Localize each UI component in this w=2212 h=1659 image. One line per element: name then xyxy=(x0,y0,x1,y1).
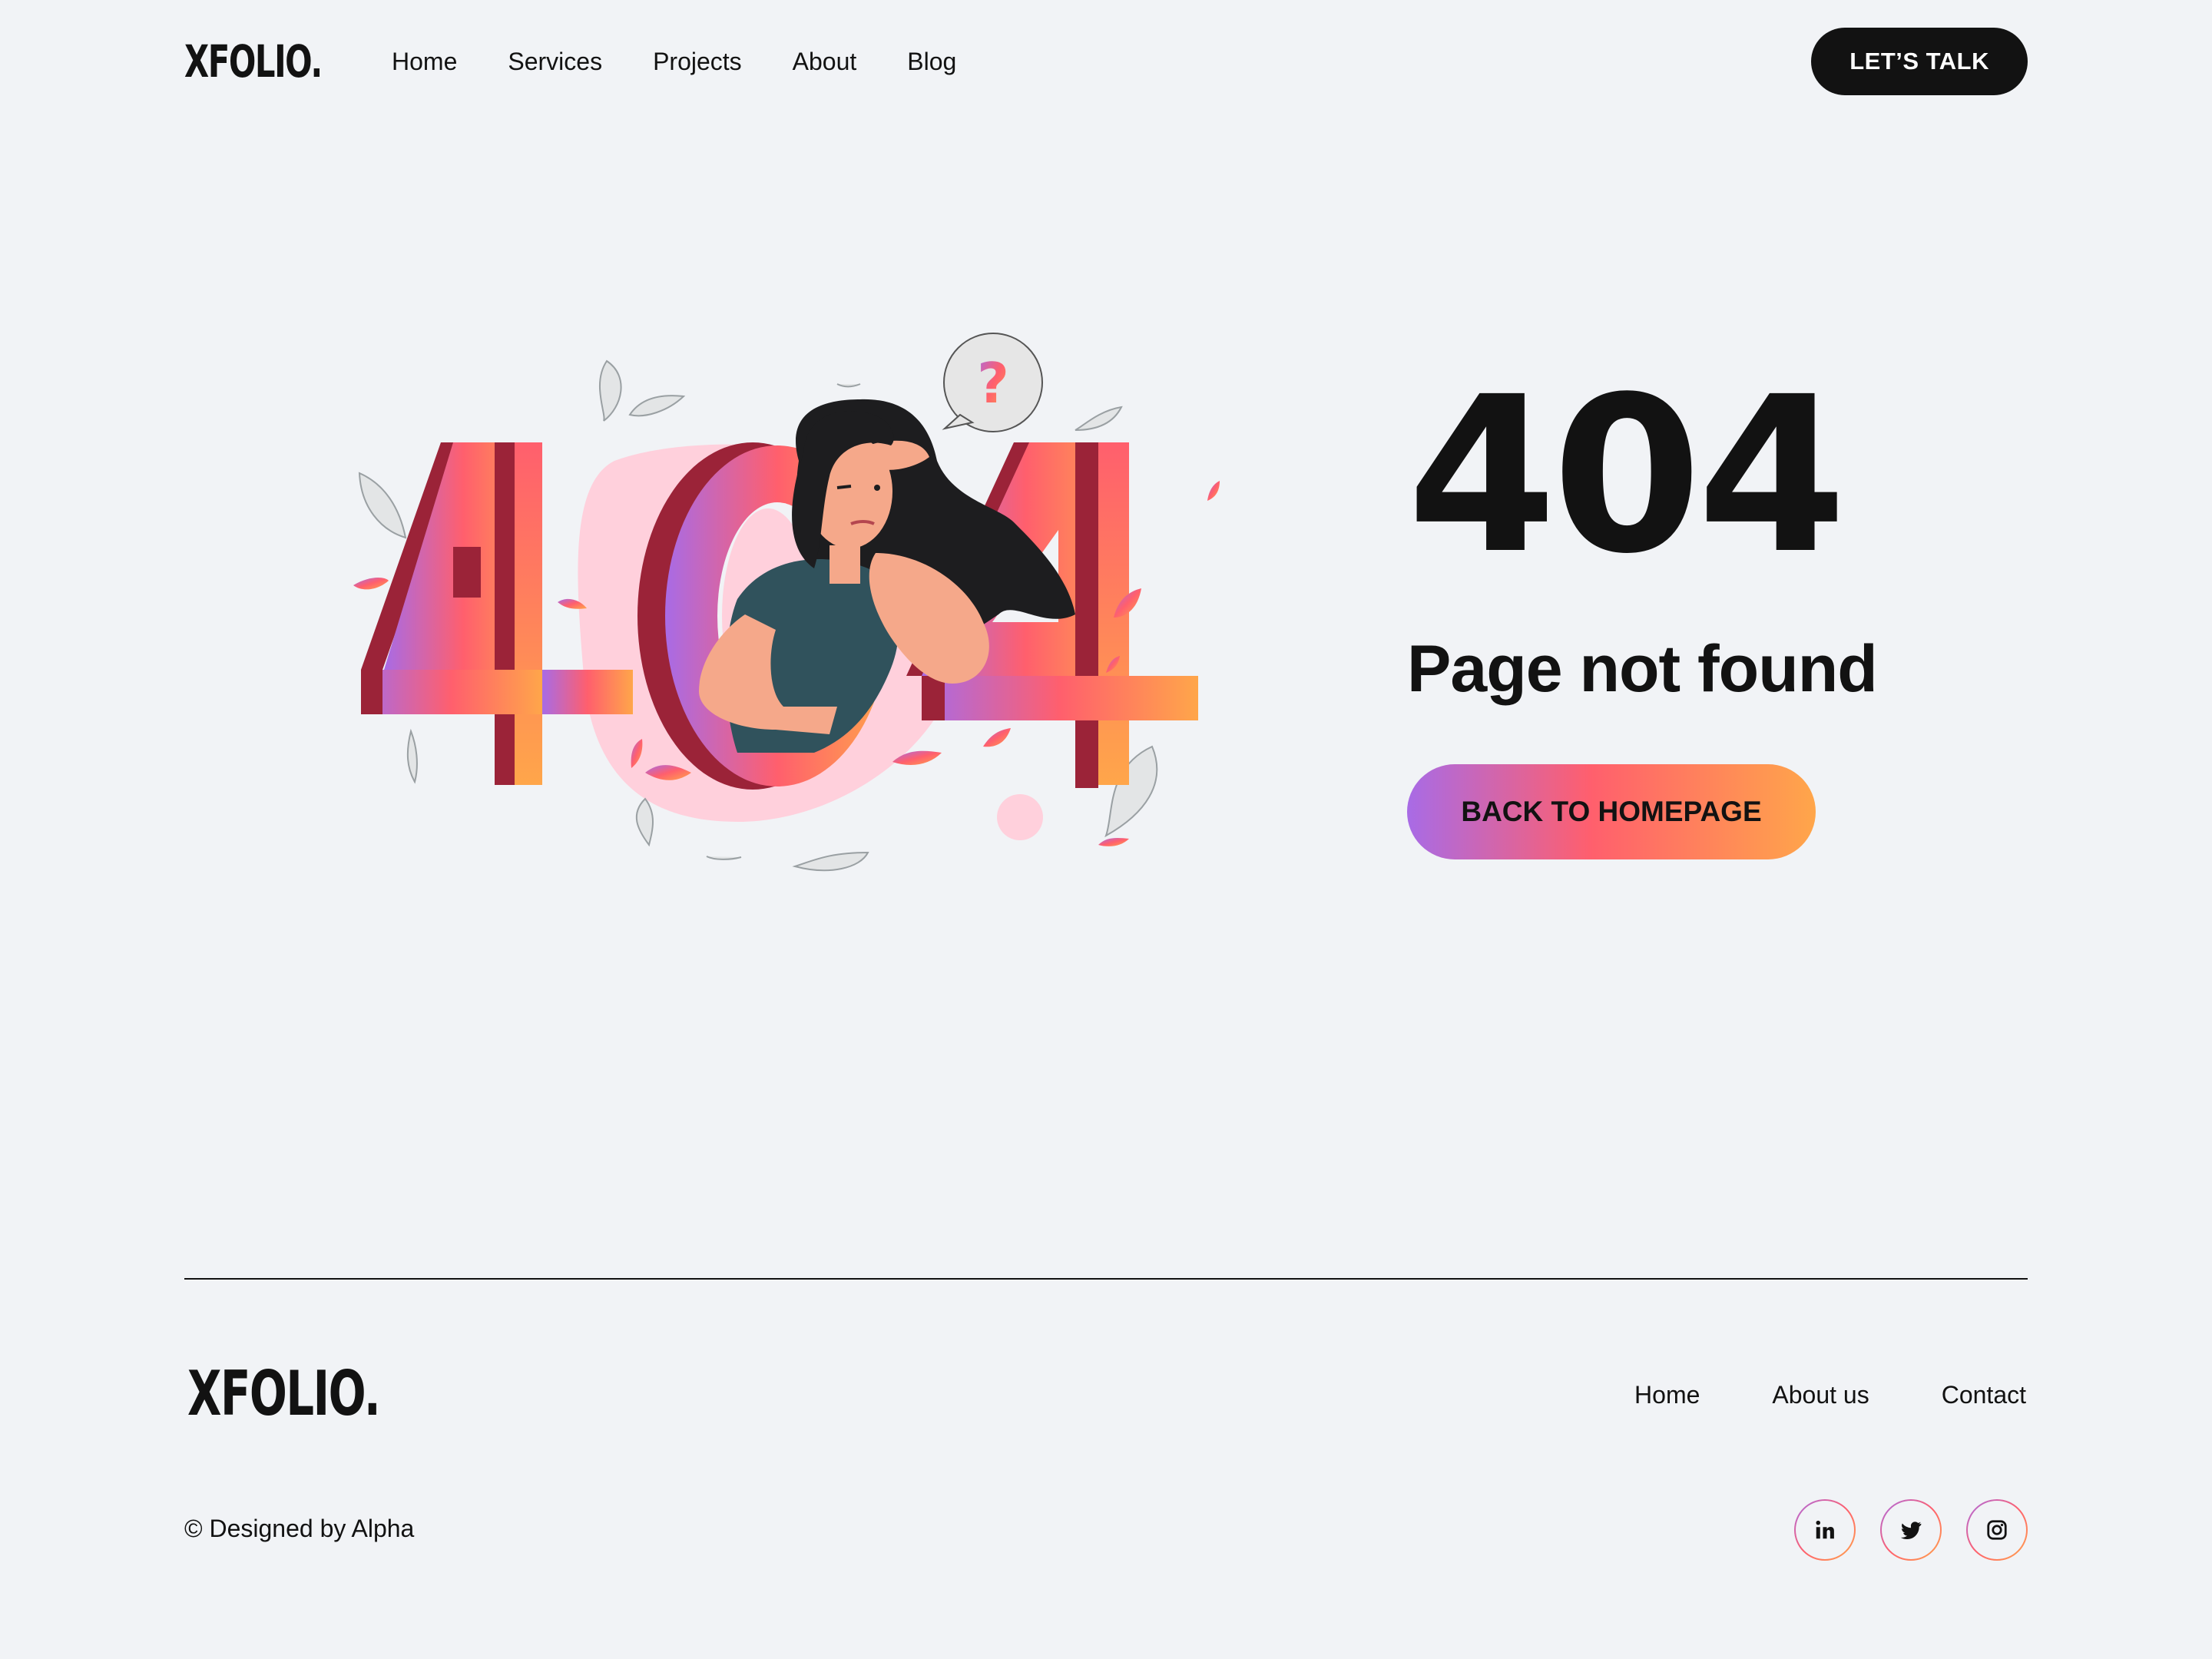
nav-item-projects[interactable]: Projects xyxy=(653,48,742,76)
error-message: Page not found xyxy=(1407,632,1878,706)
header-logo[interactable]: XFOLIO. xyxy=(184,35,323,88)
back-to-homepage-button[interactable]: BACK TO HOMEPAGE xyxy=(1407,764,1816,859)
copyright-text: © Designed by Alpha xyxy=(184,1515,415,1542)
blob-dot xyxy=(997,794,1043,840)
footer-logo[interactable]: XFOLIO. xyxy=(187,1358,381,1429)
instagram-icon xyxy=(1987,1520,2007,1540)
404-illustration: ? xyxy=(353,333,1220,872)
instagram-button[interactable] xyxy=(1966,1499,2028,1561)
site-header: XFOLIO. Home Services Projects About Blo… xyxy=(184,28,2028,95)
linkedin-icon xyxy=(1816,1520,1834,1539)
nav-item-about[interactable]: About xyxy=(793,48,857,76)
footer-link-about-us[interactable]: About us xyxy=(1772,1381,1869,1409)
question-mark: ? xyxy=(977,351,1009,416)
hero-section: 404 Page not found BACK TO HOMEPAGE xyxy=(1407,369,2022,859)
footer-nav: Home About us Contact xyxy=(1634,1381,2026,1409)
lets-talk-button[interactable]: LET’S TALK xyxy=(1811,28,2028,95)
twitter-button[interactable] xyxy=(1880,1499,1942,1561)
question-speech-bubble: ? xyxy=(942,333,1043,432)
twitter-icon xyxy=(1900,1522,1922,1540)
nav-item-services[interactable]: Services xyxy=(508,48,602,76)
error-code: 404 xyxy=(1407,351,1846,601)
nav-item-blog[interactable]: Blog xyxy=(907,48,956,76)
footer-link-home[interactable]: Home xyxy=(1634,1381,1700,1409)
footer-divider xyxy=(184,1278,2028,1280)
nav-item-home[interactable]: Home xyxy=(392,48,457,76)
main-nav: Home Services Projects About Blog xyxy=(392,48,1007,76)
linkedin-button[interactable] xyxy=(1794,1499,1856,1561)
social-links xyxy=(1794,1499,2028,1561)
footer-link-contact[interactable]: Contact xyxy=(1942,1381,2026,1409)
